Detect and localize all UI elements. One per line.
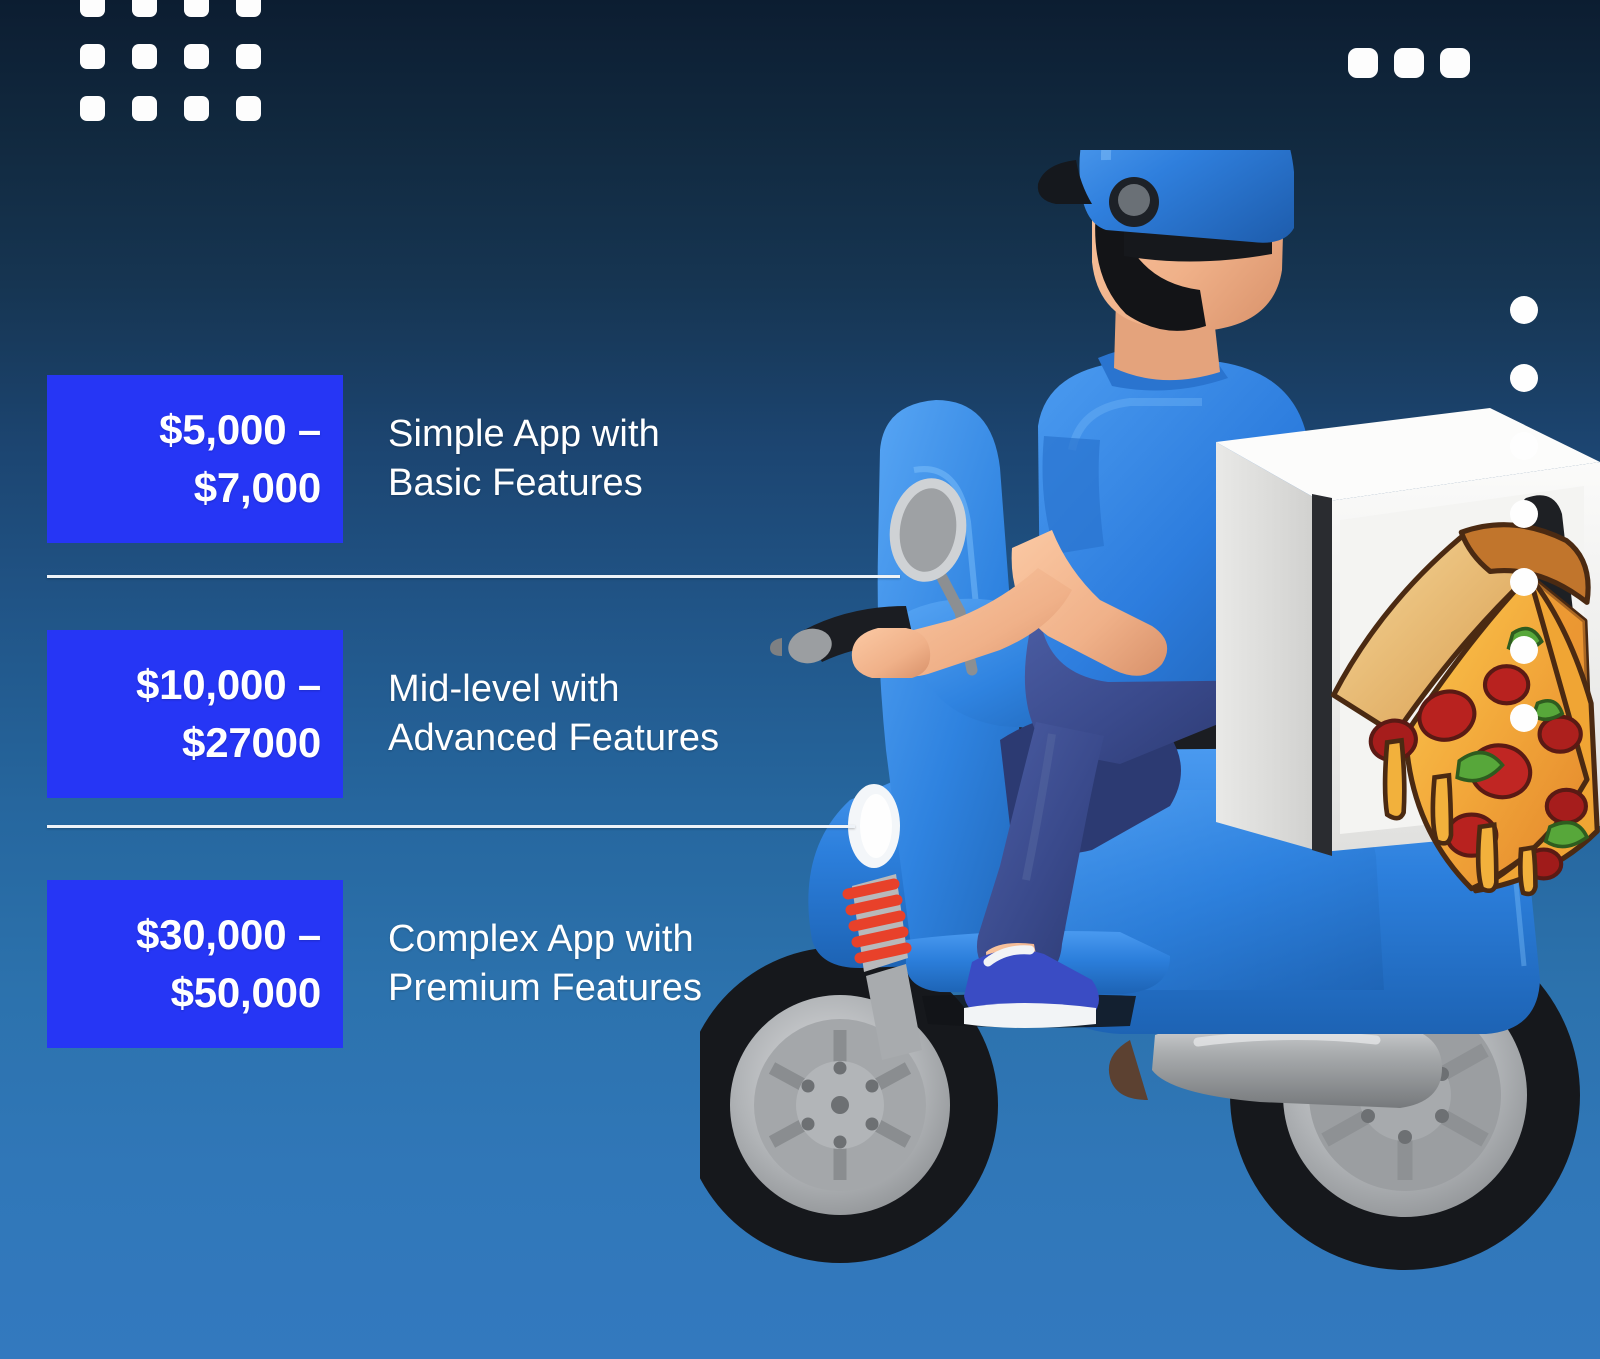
price-badge: $5,000 – $7,000 xyxy=(47,375,343,543)
tier-description: Mid-level with Advanced Features xyxy=(388,667,720,759)
dot xyxy=(1440,48,1470,78)
helmet xyxy=(1037,150,1294,243)
edge-dot xyxy=(1510,432,1538,460)
pricing-tier-list: $5,000 – $7,000 Simple App with Basic Fe… xyxy=(0,0,960,1359)
edge-dot xyxy=(1510,704,1538,732)
edge-dot xyxy=(1510,500,1538,528)
tier-divider xyxy=(47,825,855,828)
dot xyxy=(1394,48,1424,78)
three-dots-icon xyxy=(1348,48,1470,78)
infographic-canvas: $5,000 – $7,000 Simple App with Basic Fe… xyxy=(0,0,1600,1359)
tier-divider xyxy=(47,575,900,578)
tier-description: Simple App with Basic Features xyxy=(388,412,660,504)
price-badge: $30,000 – $50,000 xyxy=(47,880,343,1048)
pricing-tier-row: $5,000 – $7,000 Simple App with Basic Fe… xyxy=(47,375,660,543)
delivery-box xyxy=(1216,408,1600,897)
price-badge: $10,000 – $27000 xyxy=(47,630,343,798)
dot xyxy=(1348,48,1378,78)
pricing-tier-row: $30,000 – $50,000 Complex App with Premi… xyxy=(47,880,702,1048)
pricing-tier-row: $10,000 – $27000 Mid-level with Advanced… xyxy=(47,630,719,798)
edge-dot xyxy=(1510,568,1538,596)
edge-dot xyxy=(1510,364,1538,392)
edge-dot xyxy=(1510,296,1538,324)
tier-description: Complex App with Premium Features xyxy=(388,917,703,1009)
edge-dot xyxy=(1510,636,1538,664)
edge-dots-decoration xyxy=(1510,296,1538,732)
